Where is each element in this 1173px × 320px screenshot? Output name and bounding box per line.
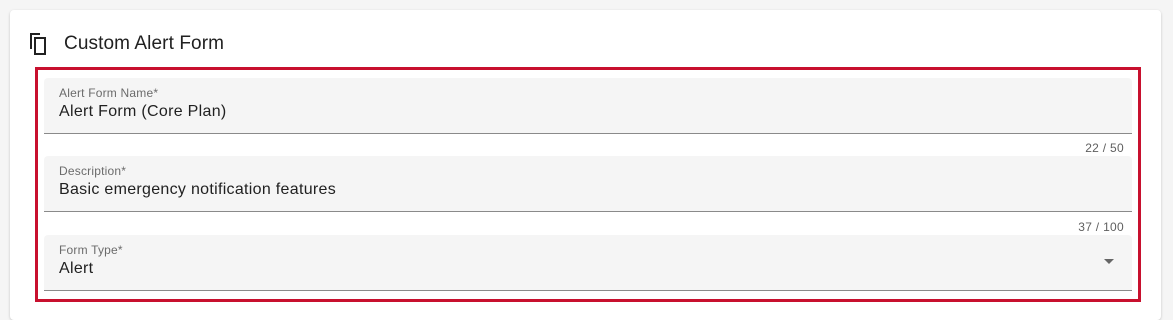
card-header: Custom Alert Form (27, 31, 224, 57)
form-fields-highlight: Alert Form Name* 22 / 50 Description* 37… (35, 67, 1141, 302)
description-field[interactable]: Description* (44, 156, 1132, 212)
form-type-selected-value: Alert (59, 260, 94, 277)
card-title: Custom Alert Form (64, 33, 225, 54)
description-counter: 37 / 100 (1078, 220, 1124, 234)
alert-form-name-label: Alert Form Name* (59, 86, 159, 100)
form-type-select[interactable]: Form Type* Alert (44, 235, 1132, 291)
alert-form-name-field[interactable]: Alert Form Name* (44, 78, 1132, 134)
description-input[interactable] (59, 181, 1059, 199)
arrow-drop-down-icon[interactable] (1104, 259, 1114, 264)
alert-form-name-counter: 22 / 50 (1085, 141, 1124, 155)
copy-icon (27, 32, 49, 56)
form-type-label: Form Type* (59, 243, 123, 257)
alert-form-name-input[interactable] (59, 103, 1059, 121)
custom-alert-form-card: Custom Alert Form Alert Form Name* 22 / … (10, 10, 1161, 320)
description-label: Description* (59, 164, 127, 178)
